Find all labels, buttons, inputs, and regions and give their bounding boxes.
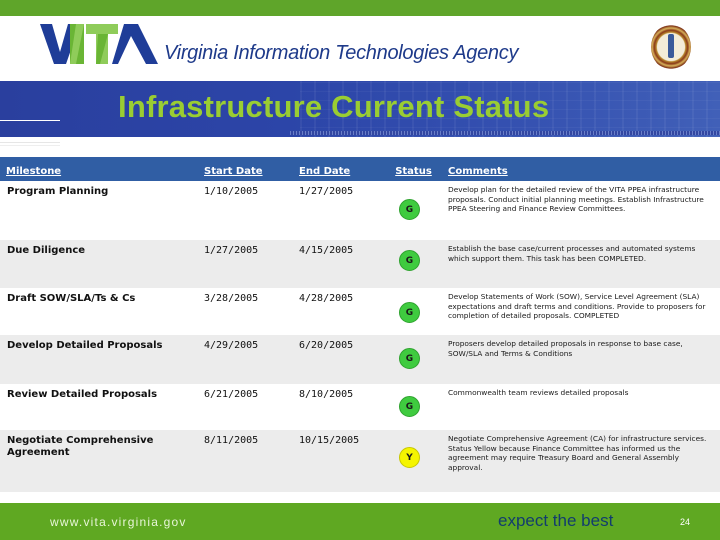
start-date: 4/29/2005 [198, 335, 293, 384]
title-banner: Infrastructure Current Status [0, 81, 720, 137]
end-date: 4/28/2005 [299, 293, 354, 304]
end-date: 6/20/2005 [293, 335, 385, 384]
comment: Proposers develop detailed proposals in … [442, 335, 720, 384]
start-date: 3/28/2005 [204, 293, 259, 304]
status-cell: G [385, 384, 442, 430]
milestone-table: Milestone Start Date End Date Status Com… [0, 157, 720, 492]
status-cell: G [385, 335, 442, 384]
footer-tagline: expect the best [498, 511, 614, 530]
table-header-row: Milestone Start Date End Date Status Com… [0, 157, 720, 181]
status-cell: G [385, 288, 442, 335]
end-date: 4/15/2005 [293, 240, 385, 288]
page-title: Infrastructure Current Status [118, 89, 550, 124]
agency-name: Virginia Information Technologies Agency [164, 42, 519, 64]
end-date: 8/10/2005 [299, 389, 354, 400]
start-date: 1/27/2005 [198, 240, 293, 288]
column-header-status[interactable]: Status [385, 157, 442, 181]
comment: Commonwealth team reviews detailed propo… [448, 388, 629, 397]
decorative-rule [0, 142, 60, 146]
table-row: Review Detailed Proposals 6/21/2005 8/10… [0, 384, 720, 430]
circuit-strip [290, 131, 720, 135]
milestone-name: Develop Detailed Proposals [0, 335, 198, 384]
table-row: Draft SOW/SLA/Ts & Cs 3/28/2005 4/28/200… [0, 288, 720, 335]
column-header-end-date[interactable]: End Date [293, 157, 385, 181]
status-cell: G [385, 240, 442, 288]
start-date: 1/10/2005 [204, 186, 259, 197]
comment: Negotiate Comprehensive Agreement (CA) f… [442, 430, 720, 492]
comment: Develop Statements of Work (SOW), Servic… [448, 292, 706, 321]
milestone-name: Due Diligence [0, 240, 198, 288]
start-date: 8/11/2005 [198, 430, 293, 492]
top-brand-bar [0, 0, 720, 16]
column-header-comments[interactable]: Comments [442, 157, 720, 181]
comment: Develop plan for the detailed review of … [448, 185, 704, 214]
banner-rule [0, 120, 60, 121]
footer-url-link[interactable]: www.vita.virginia.gov [50, 515, 187, 529]
status-badge-green: G [399, 199, 420, 220]
table-row: Due Diligence 1/27/2005 4/15/2005 G Esta… [0, 240, 720, 288]
status-badge-green: G [399, 302, 420, 323]
page-number: 24 [680, 517, 691, 527]
end-date: 10/15/2005 [293, 430, 385, 492]
status-cell: G [385, 181, 442, 240]
footer-bar: www.vita.virginia.gov expect the best 24 [0, 503, 720, 540]
status-badge-green: G [399, 348, 420, 369]
milestone-name: Draft SOW/SLA/Ts & Cs [7, 293, 136, 304]
column-header-milestone[interactable]: Milestone [0, 157, 198, 181]
virginia-seal-icon [651, 24, 691, 70]
seal-figure [668, 34, 674, 58]
end-date: 1/27/2005 [299, 186, 354, 197]
column-header-start-date[interactable]: Start Date [198, 157, 293, 181]
start-date: 6/21/2005 [204, 389, 259, 400]
status-badge-green: G [399, 396, 420, 417]
comment: Establish the base case/current processe… [442, 240, 720, 288]
status-cell: Y [385, 430, 442, 492]
status-badge-green: G [399, 250, 420, 271]
milestone-name: Negotiate Comprehensive Agreement [0, 430, 198, 492]
table-row: Develop Detailed Proposals 4/29/2005 6/2… [0, 335, 720, 384]
table-row: Program Planning 1/10/2005 1/27/2005 G D… [0, 181, 720, 240]
logo-header: Virginia Information Technologies Agency [0, 16, 720, 81]
vita-logo [40, 24, 158, 64]
status-badge-yellow: Y [399, 447, 420, 468]
table-row: Negotiate Comprehensive Agreement 8/11/2… [0, 430, 720, 492]
milestone-name: Review Detailed Proposals [7, 389, 158, 400]
milestone-name: Program Planning [7, 186, 109, 197]
